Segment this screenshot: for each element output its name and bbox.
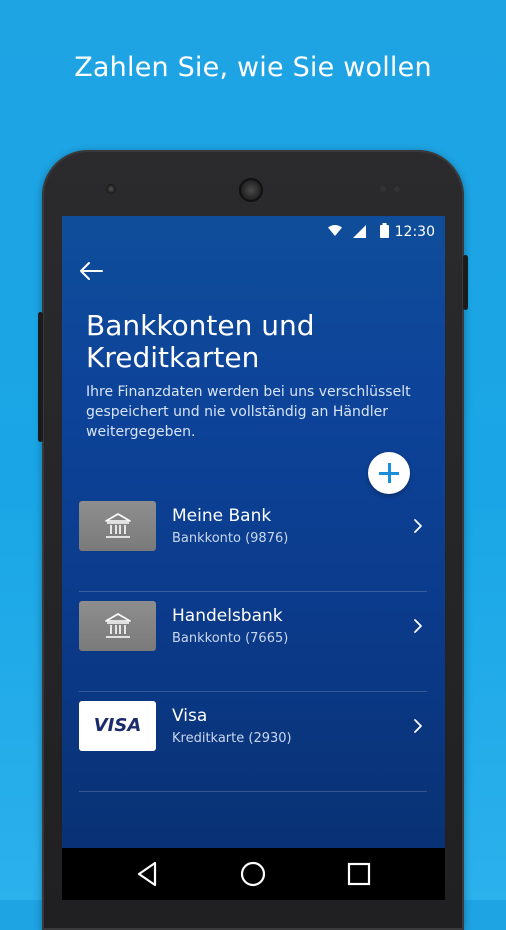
wifi-icon [328, 225, 342, 236]
sensor [380, 186, 386, 192]
earpiece-speaker [239, 178, 263, 202]
bank-icon [105, 513, 131, 538]
page-title-line: Bankkonten und [86, 309, 315, 342]
volume-button [38, 312, 43, 442]
home-circle-icon[interactable] [237, 858, 269, 890]
account-row-handelsbank[interactable]: Handelsbank Bankkonto (7665) [79, 592, 427, 692]
back-button[interactable] [76, 256, 106, 286]
account-row-visa[interactable]: VISA Visa Kreditkarte (2930) [79, 692, 427, 792]
chevron-right-icon [414, 719, 422, 733]
bank-thumbnail [79, 601, 156, 651]
page-description: Ihre Finanzdaten werden bei uns verschlü… [86, 382, 426, 442]
battery-icon [380, 223, 389, 238]
account-detail: Bankkonto (9876) [172, 531, 289, 546]
arrow-left-icon [80, 262, 103, 280]
account-row-meine-bank[interactable]: Meine Bank Bankkonto (9876) [79, 492, 427, 592]
bank-thumbnail [79, 501, 156, 551]
page-title-line: Kreditkarten [86, 341, 260, 374]
visa-thumbnail: VISA [79, 701, 156, 751]
row-divider [79, 791, 427, 792]
account-name: Handelsbank [172, 606, 283, 626]
account-name: Meine Bank [172, 506, 272, 526]
chevron-right-icon [414, 519, 422, 533]
status-bar: 12:30 [62, 216, 445, 246]
front-camera [106, 184, 116, 194]
signal-icon [353, 225, 366, 238]
visa-logo: VISA [93, 715, 142, 736]
phone-screen: 12:30 Bankkonten und Kreditkarten Ihre F… [62, 216, 445, 900]
sensor [394, 186, 400, 192]
back-triangle-icon[interactable] [131, 858, 163, 890]
navigation-bar [62, 848, 445, 900]
description-line: weitergegeben. [86, 424, 196, 440]
power-button [463, 255, 468, 310]
account-detail: Bankkonto (7665) [172, 631, 289, 646]
add-account-button[interactable] [368, 452, 410, 494]
description-line: gespeichert und nie vollständig an Händl… [86, 404, 388, 420]
account-detail: Kreditkarte (2930) [172, 731, 292, 746]
description-line: Ihre Finanzdaten werden bei uns verschlü… [86, 384, 411, 400]
clock: 12:30 [394, 224, 435, 240]
recents-square-icon[interactable] [343, 858, 375, 890]
account-name: Visa [172, 706, 208, 726]
bank-icon [105, 613, 131, 638]
page-title: Bankkonten und Kreditkarten [86, 310, 426, 374]
chevron-right-icon [414, 619, 422, 633]
headline: Zahlen Sie, wie Sie wollen [74, 52, 432, 83]
